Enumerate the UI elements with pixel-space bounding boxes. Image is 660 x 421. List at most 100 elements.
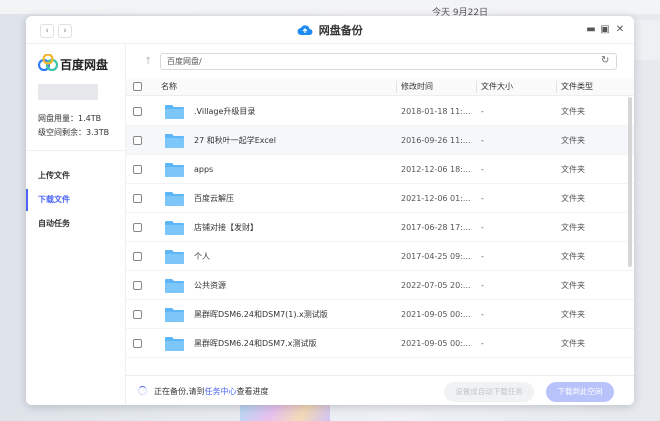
file-size: - bbox=[481, 223, 484, 232]
file-modified: 2021-09-05 00:... bbox=[401, 339, 471, 348]
maximize-icon: ▣ bbox=[600, 24, 610, 35]
table-row[interactable]: 27 和秋叶一起学Excel 2016-09-26 11:... - 文件夹 bbox=[126, 126, 634, 155]
folder-icon bbox=[165, 308, 184, 322]
column-resize-handle[interactable] bbox=[396, 81, 397, 93]
file-name: 黑群晖DSM6.24和DSM7(1).x测试版 bbox=[194, 310, 328, 319]
quota-used: 网盘用量：1.4TB bbox=[38, 114, 102, 123]
sidebar-item-upload[interactable]: 上传文件 bbox=[26, 165, 125, 187]
download-here-button[interactable]: 下载到此空间 bbox=[546, 382, 614, 402]
row-checkbox[interactable] bbox=[133, 223, 142, 232]
table-row[interactable]: 黑群晖DSM6.24和DSM7(1).x测试版 2021-09-05 00:...… bbox=[126, 300, 634, 329]
column-header-size[interactable]: 文件大小 bbox=[481, 78, 513, 96]
select-all-checkbox[interactable] bbox=[133, 82, 142, 91]
minimize-button[interactable]: ▬ bbox=[585, 24, 597, 36]
file-name: 公共资源 bbox=[194, 281, 226, 290]
file-type: 文件夹 bbox=[561, 223, 585, 232]
file-size: - bbox=[481, 165, 484, 174]
file-size: - bbox=[481, 310, 484, 319]
row-checkbox[interactable] bbox=[133, 165, 142, 174]
file-name: 27 和秋叶一起学Excel bbox=[194, 136, 276, 145]
title-bar: ‹ › 网盘备份 ▬ ▣ ✕ bbox=[26, 16, 634, 44]
task-center-link[interactable]: 任务中心 bbox=[205, 387, 237, 396]
arrow-up-icon: ↑ bbox=[144, 56, 153, 67]
folder-icon bbox=[165, 221, 184, 235]
sidebar-item-auto-task[interactable]: 自动任务 bbox=[26, 213, 125, 235]
file-list: .Village升级目录 2018-01-18 11:... - 文件夹 27 和秋叶一… bbox=[126, 97, 634, 381]
account-name-placeholder bbox=[38, 84, 98, 100]
quota-free: 级空间剩余：3.3TB bbox=[38, 128, 110, 137]
file-modified: 2022-07-05 20:... bbox=[401, 281, 471, 290]
file-type: 文件夹 bbox=[561, 310, 585, 319]
file-name: .Village升级目录 bbox=[194, 107, 256, 116]
sidebar-item-label: 上传文件 bbox=[38, 171, 70, 180]
window-title: 网盘备份 bbox=[318, 24, 363, 37]
file-modified: 2017-04-25 09:... bbox=[401, 252, 471, 261]
file-size: - bbox=[481, 281, 484, 290]
close-icon: ✕ bbox=[615, 24, 625, 35]
file-size: - bbox=[481, 194, 484, 203]
folder-icon bbox=[165, 279, 184, 293]
file-type: 文件夹 bbox=[561, 107, 585, 116]
refresh-icon: ↻ bbox=[601, 55, 610, 66]
row-checkbox[interactable] bbox=[133, 194, 142, 203]
window-title-group: 网盘备份 bbox=[26, 22, 634, 38]
column-header-type[interactable]: 文件类型 bbox=[561, 78, 593, 96]
backup-window: ‹ › 网盘备份 ▬ ▣ ✕ 百度网盘 网盘用量：1.4TB 级空间剩余：3.3… bbox=[26, 16, 634, 405]
table-row[interactable]: 个人 2017-04-25 09:... - 文件夹 bbox=[126, 242, 634, 271]
row-checkbox[interactable] bbox=[133, 339, 142, 348]
folder-icon bbox=[165, 134, 184, 148]
file-type: 文件夹 bbox=[561, 281, 585, 290]
folder-icon bbox=[165, 337, 184, 351]
row-checkbox[interactable] bbox=[133, 136, 142, 145]
table-row[interactable]: .Village升级目录 2018-01-18 11:... - 文件夹 bbox=[126, 97, 634, 126]
column-header-name[interactable]: 名称 bbox=[161, 78, 177, 96]
refresh-button[interactable]: ↻ bbox=[601, 55, 609, 66]
file-name: 店铺对接【发财】 bbox=[194, 223, 258, 232]
set-auto-download-button[interactable]: 设置成自动下载任务 bbox=[444, 382, 534, 402]
folder-icon bbox=[165, 163, 184, 177]
file-modified: 2012-12-06 18:... bbox=[401, 165, 471, 174]
column-resize-handle[interactable] bbox=[556, 81, 557, 93]
row-checkbox[interactable] bbox=[133, 281, 142, 290]
file-modified: 2018-01-18 11:... bbox=[401, 107, 471, 116]
file-size: - bbox=[481, 107, 484, 116]
folder-icon bbox=[165, 192, 184, 206]
file-type: 文件夹 bbox=[561, 194, 585, 203]
status-prefix: 正在备份,请到 bbox=[154, 387, 205, 396]
status-suffix: 查看进度 bbox=[236, 387, 269, 396]
path-field[interactable]: 百度网盘/ bbox=[160, 53, 617, 70]
minimize-icon: ▬ bbox=[586, 24, 596, 35]
file-size: - bbox=[481, 136, 484, 145]
sidebar-item-download[interactable]: 下载文件 bbox=[26, 189, 125, 211]
table-row[interactable]: apps 2012-12-06 18:... - 文件夹 bbox=[126, 155, 634, 184]
row-checkbox[interactable] bbox=[133, 310, 142, 319]
file-modified: 2016-09-26 11:... bbox=[401, 136, 471, 145]
parent-folder-button[interactable]: ↑ bbox=[144, 56, 152, 67]
folder-icon bbox=[165, 250, 184, 264]
file-type: 文件夹 bbox=[561, 165, 585, 174]
table-row[interactable]: 百度云解压 2021-12-06 01:... - 文件夹 bbox=[126, 184, 634, 213]
loading-spinner-icon bbox=[138, 386, 147, 395]
file-type: 文件夹 bbox=[561, 252, 585, 261]
file-type: 文件夹 bbox=[561, 136, 585, 145]
table-header: 名称 修改时间 文件大小 文件类型 bbox=[126, 78, 634, 96]
file-modified: 2017-06-28 17:... bbox=[401, 223, 471, 232]
close-button[interactable]: ✕ bbox=[614, 24, 626, 36]
file-name: 黑群晖DSM6.24和DSM7.x测试版 bbox=[194, 339, 317, 348]
row-checkbox[interactable] bbox=[133, 252, 142, 261]
file-modified: 2021-09-05 00:... bbox=[401, 310, 471, 319]
desktop-top-strip bbox=[0, 0, 660, 14]
column-resize-handle[interactable] bbox=[476, 81, 477, 93]
maximize-button[interactable]: ▣ bbox=[599, 24, 611, 36]
backup-status: 正在备份,请到任务中心查看进度 bbox=[154, 386, 269, 397]
row-checkbox[interactable] bbox=[133, 107, 142, 116]
footer-bar: 正在备份,请到任务中心查看进度 设置成自动下载任务 下载到此空间 bbox=[126, 375, 634, 405]
table-row[interactable]: 黑群晖DSM6.24和DSM7.x测试版 2021-09-05 00:... - 文件… bbox=[126, 329, 634, 358]
table-row[interactable]: 店铺对接【发财】 2017-06-28 17:... - 文件夹 bbox=[126, 213, 634, 242]
file-name: 个人 bbox=[194, 252, 210, 261]
column-header-modified[interactable]: 修改时间 bbox=[401, 78, 433, 96]
folder-icon bbox=[165, 105, 184, 119]
file-type: 文件夹 bbox=[561, 339, 585, 348]
table-row[interactable]: 公共资源 2022-07-05 20:... - 文件夹 bbox=[126, 271, 634, 300]
vertical-scrollbar[interactable] bbox=[628, 97, 632, 267]
